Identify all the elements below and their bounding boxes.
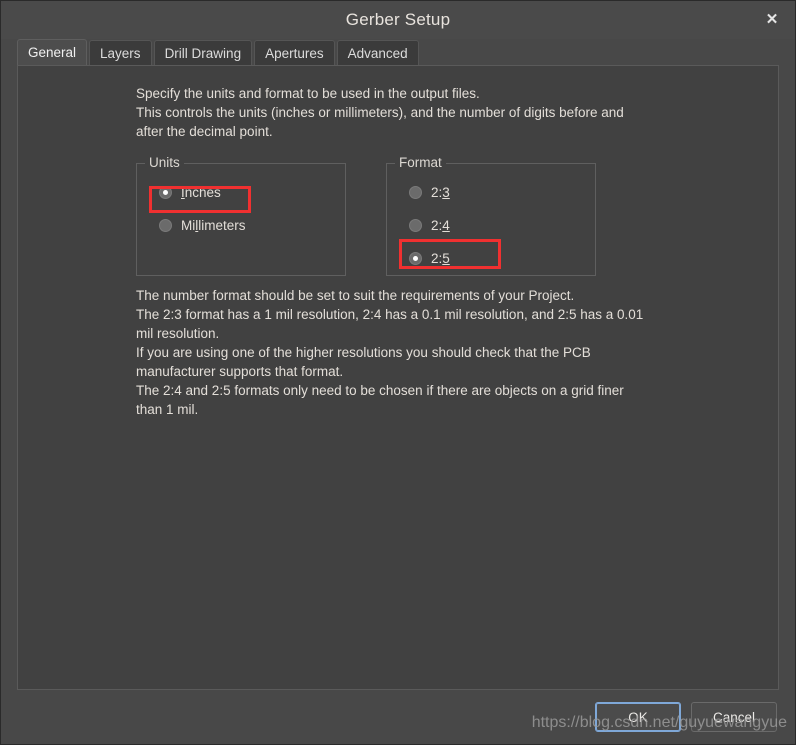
radio-indicator-inches[interactable] (159, 185, 172, 199)
radio-label-inches: Inches (181, 184, 221, 200)
radio-format-2-5[interactable]: 2:5 (409, 248, 456, 268)
radio-units-millimeters[interactable]: Millimeters (159, 215, 252, 235)
radio-label-2-4: 2:4 (431, 217, 450, 233)
dialog-footer: OK Cancel https://blog.csdn.net/guyuewan… (1, 690, 795, 744)
radio-indicator-2-3[interactable] (409, 185, 422, 199)
tab-general[interactable]: General (17, 39, 88, 65)
options-row: Units Inches Millimeters Format 2:3 2:4 … (136, 155, 778, 276)
radio-format-2-3[interactable]: 2:3 (409, 182, 456, 202)
gerber-setup-dialog: Gerber Setup ✕ General Layers Drill Draw… (0, 0, 796, 745)
radio-indicator-millimeters[interactable] (159, 218, 172, 232)
cancel-button[interactable]: Cancel (691, 702, 777, 732)
radio-label-millimeters: Millimeters (181, 217, 246, 233)
tab-apertures[interactable]: Apertures (254, 40, 335, 65)
units-group-label: Units (145, 155, 184, 170)
radio-label-2-5: 2:5 (431, 250, 450, 266)
format-groupbox: Format 2:3 2:4 2:5 (386, 155, 596, 276)
title-bar: Gerber Setup ✕ (1, 1, 795, 39)
radio-indicator-2-5[interactable] (409, 251, 422, 265)
units-groupbox: Units Inches Millimeters (136, 155, 346, 276)
general-tab-panel: Specify the units and format to be used … (17, 65, 779, 690)
format-group-label: Format (395, 155, 446, 170)
tab-layers[interactable]: Layers (89, 40, 152, 65)
radio-indicator-2-4[interactable] (409, 218, 422, 232)
ok-button[interactable]: OK (595, 702, 681, 732)
tab-advanced[interactable]: Advanced (336, 40, 419, 65)
intro-description: Specify the units and format to be used … (136, 86, 624, 139)
tab-bar: General Layers Drill Drawing Apertures A… (17, 39, 779, 65)
page-title: Gerber Setup (345, 10, 451, 29)
radio-format-2-4[interactable]: 2:4 (409, 215, 456, 235)
radio-units-inches[interactable]: Inches (159, 182, 227, 202)
format-explanation: The number format should be set to suit … (136, 288, 644, 417)
close-icon[interactable]: ✕ (757, 5, 787, 33)
radio-label-2-3: 2:3 (431, 184, 450, 200)
tab-drill-drawing[interactable]: Drill Drawing (153, 40, 253, 65)
